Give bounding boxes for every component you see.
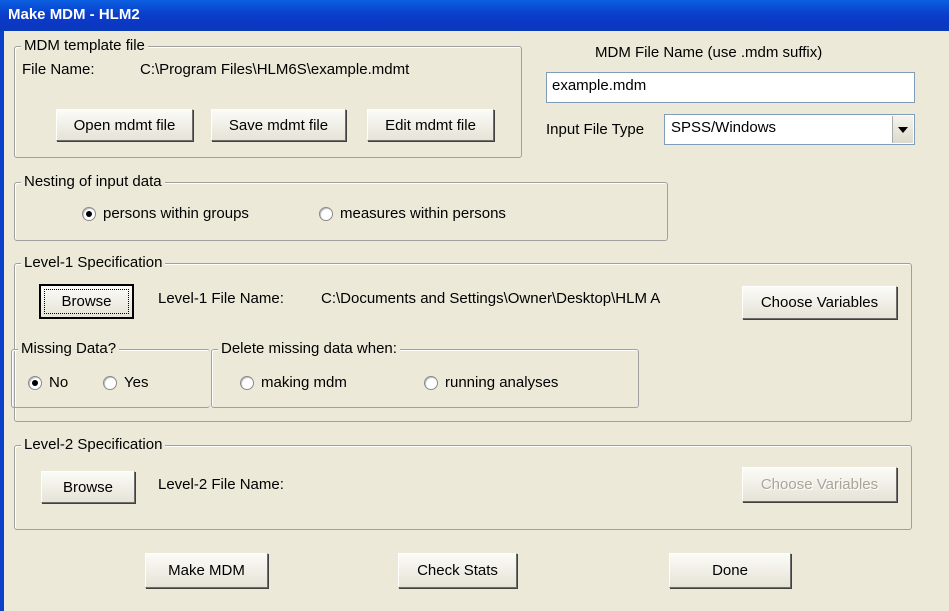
make-mdm-window: Make MDM - HLM2 MDM template file File N… — [0, 0, 949, 611]
open-mdmt-button[interactable]: Open mdmt file — [56, 109, 193, 141]
level2-choose-variables-button: Choose Variables — [742, 467, 897, 502]
radio-unselected-icon — [240, 376, 254, 390]
input-file-type-value: SPSS/Windows — [671, 119, 777, 136]
nesting-group: Nesting of input data persons within gro… — [14, 173, 668, 241]
input-file-type-select[interactable]: SPSS/Windows — [664, 114, 915, 145]
mdm-template-legend: MDM template file — [21, 37, 148, 55]
missing-no-radio[interactable]: No — [28, 374, 68, 392]
window-title: Make MDM - HLM2 — [8, 6, 140, 23]
delete-missing-legend: Delete missing data when: — [218, 340, 400, 358]
done-button[interactable]: Done — [669, 553, 791, 588]
nesting-option1-label: persons within groups — [103, 205, 249, 222]
radio-selected-icon — [82, 207, 96, 221]
mdm-file-name-label: MDM File Name (use .mdm suffix) — [595, 44, 823, 61]
level2-browse-button[interactable]: Browse — [41, 471, 135, 503]
radio-selected-icon — [28, 376, 42, 390]
edit-mdmt-button[interactable]: Edit mdmt file — [367, 109, 494, 141]
save-mdmt-button[interactable]: Save mdmt file — [211, 109, 346, 141]
template-file-name-label: File Name: — [22, 61, 95, 78]
radio-unselected-icon — [424, 376, 438, 390]
dropdown-arrow-icon[interactable] — [892, 116, 913, 143]
mdm-file-name-input[interactable]: example.mdm — [546, 72, 915, 103]
radio-unselected-icon — [319, 207, 333, 221]
mdm-template-group: MDM template file File Name: C:\Program … — [14, 37, 522, 158]
delete-making-mdm-label: making mdm — [261, 374, 347, 391]
level2-file-name-label: Level-2 File Name: — [158, 476, 284, 493]
missing-yes-radio[interactable]: Yes — [103, 374, 148, 392]
window-left-border — [0, 31, 4, 611]
level1-spec-group: Level-1 Specification Browse Level-1 Fil… — [11, 254, 912, 422]
level1-browse-button[interactable]: Browse — [39, 284, 134, 319]
template-file-name-value: C:\Program Files\HLM6S\example.mdmt — [140, 61, 410, 78]
delete-running-analyses-radio[interactable]: running analyses — [424, 374, 558, 392]
level2-spec-group: Level-2 Specification Browse Level-2 Fil… — [14, 436, 912, 530]
check-stats-button[interactable]: Check Stats — [398, 553, 517, 588]
level1-legend: Level-1 Specification — [21, 254, 166, 272]
missing-data-legend: Missing Data? — [18, 340, 120, 358]
level1-file-name-value: C:\Documents and Settings\Owner\Desktop\… — [321, 290, 661, 307]
missing-yes-label: Yes — [124, 374, 149, 391]
missing-no-label: No — [49, 374, 69, 391]
delete-running-analyses-label: running analyses — [445, 374, 559, 391]
title-bar[interactable]: Make MDM - HLM2 — [0, 0, 949, 31]
missing-data-group: Missing Data? No Yes — [11, 340, 210, 408]
level1-file-name-label: Level-1 File Name: — [158, 290, 284, 307]
nesting-legend: Nesting of input data — [21, 173, 165, 191]
nesting-persons-within-groups-radio[interactable]: persons within groups — [82, 205, 249, 223]
level1-choose-variables-button[interactable]: Choose Variables — [742, 286, 897, 319]
make-mdm-button[interactable]: Make MDM — [145, 553, 268, 588]
input-file-type-label: Input File Type — [546, 121, 645, 138]
nesting-measures-within-persons-radio[interactable]: measures within persons — [319, 205, 506, 223]
nesting-option2-label: measures within persons — [340, 205, 506, 222]
radio-unselected-icon — [103, 376, 117, 390]
delete-making-mdm-radio[interactable]: making mdm — [240, 374, 347, 392]
level2-legend: Level-2 Specification — [21, 436, 166, 454]
delete-missing-group: Delete missing data when: making mdm run… — [211, 340, 639, 408]
